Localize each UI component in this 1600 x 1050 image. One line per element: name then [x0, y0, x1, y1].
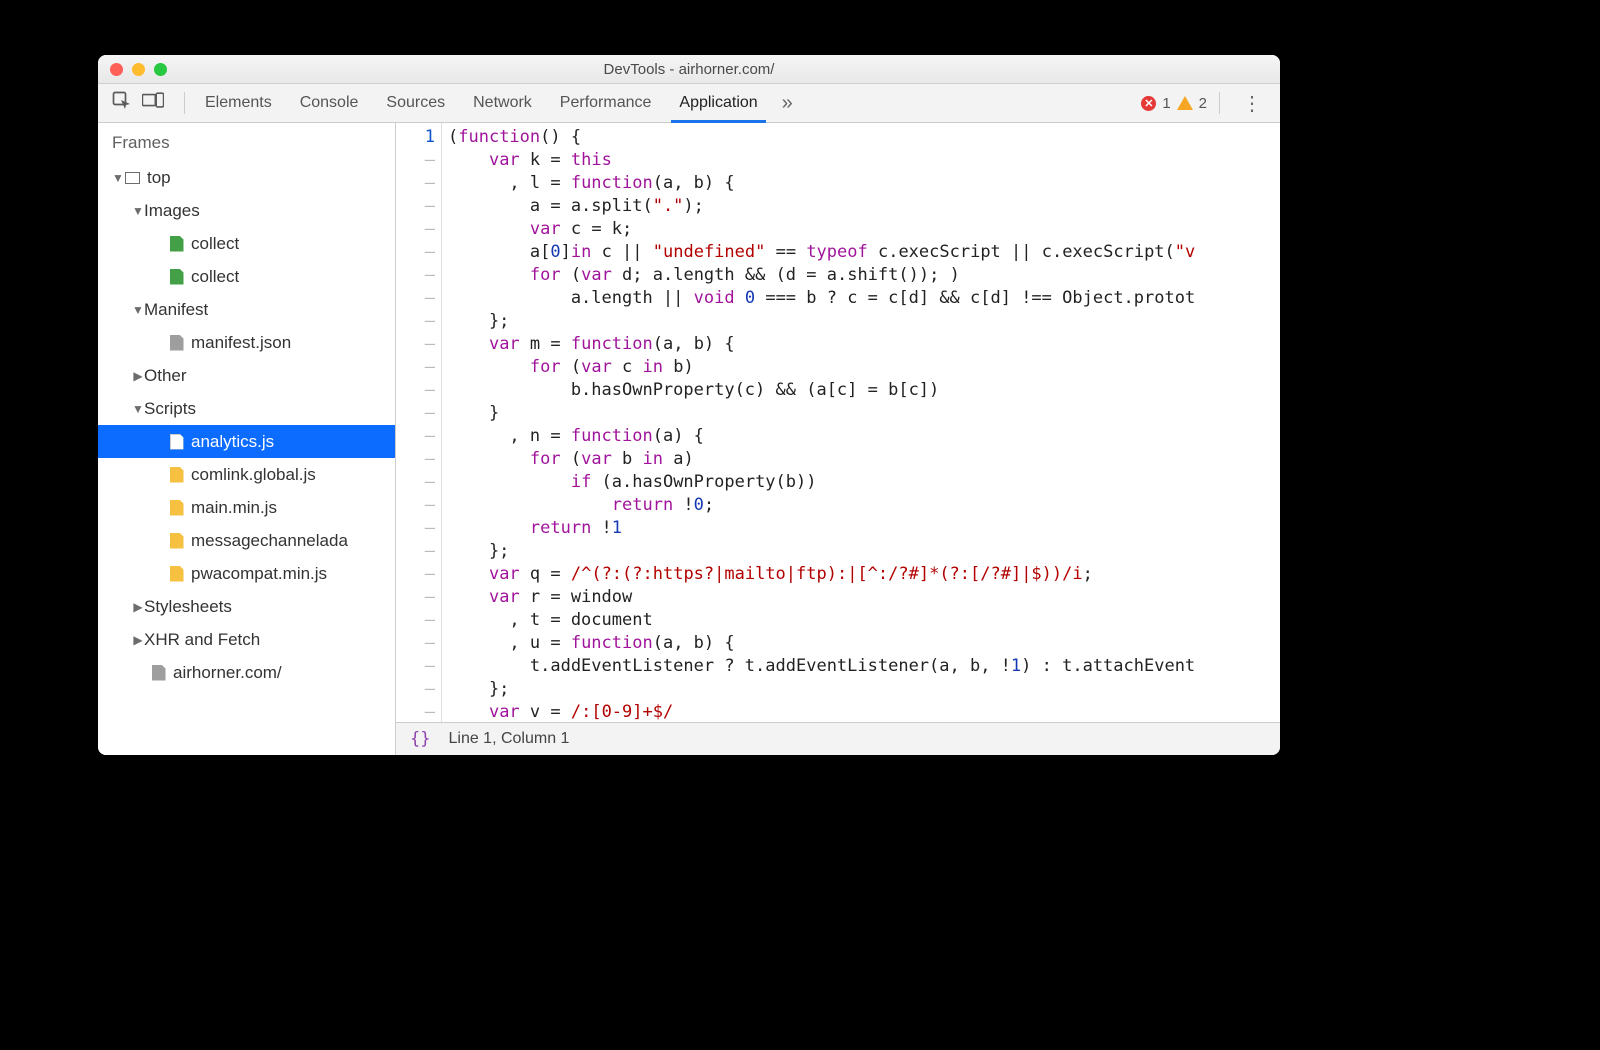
tab-network[interactable]: Network [459, 84, 546, 122]
tab-console[interactable]: Console [286, 84, 373, 122]
tab-application[interactable]: Application [665, 84, 771, 122]
file-icon [152, 665, 166, 681]
tree-item-comlink-global-js[interactable]: comlink.global.js [98, 458, 395, 491]
image-file-icon [170, 236, 184, 252]
warning-icon[interactable] [1177, 96, 1193, 110]
source-editor: 1 ––––––––––––––––––––––––– (function() … [396, 123, 1280, 755]
tree-item-root-file[interactable]: airhorner.com/ [98, 656, 395, 689]
tab-sources[interactable]: Sources [372, 84, 459, 122]
tree-group-manifest[interactable]: ▼Manifest [98, 293, 395, 326]
tree-item-collect-2[interactable]: collect [98, 260, 395, 293]
tabs-overflow-button[interactable]: » [772, 92, 803, 115]
tree-item-manifest-json[interactable]: manifest.json [98, 326, 395, 359]
devtools-tabbar: Elements Console Sources Network Perform… [98, 84, 1280, 123]
tree-item-messagechannelada[interactable]: messagechannelada [98, 524, 395, 557]
error-icon[interactable]: ✕ [1141, 96, 1156, 111]
tree-item-collect-1[interactable]: collect [98, 227, 395, 260]
window-title: DevTools - airhorner.com/ [98, 61, 1280, 78]
code-content[interactable]: (function() { var k = this , l = functio… [442, 123, 1280, 722]
tree-top-label: top [147, 168, 171, 188]
line-number-1[interactable]: 1 [396, 126, 435, 149]
js-file-icon [170, 533, 184, 549]
js-file-icon [170, 500, 184, 516]
tree-group-xhr[interactable]: ▶XHR and Fetch [98, 623, 395, 656]
kebab-menu-icon[interactable]: ⋮ [1232, 91, 1272, 116]
minimize-window-button[interactable] [132, 63, 145, 76]
titlebar: DevTools - airhorner.com/ [98, 55, 1280, 84]
sidebar-heading: Frames [98, 123, 395, 161]
traffic-lights [110, 63, 167, 76]
tab-performance[interactable]: Performance [546, 84, 666, 122]
tree-group-scripts[interactable]: ▼Scripts [98, 392, 395, 425]
js-file-icon [170, 434, 184, 450]
cursor-position: Line 1, Column 1 [448, 730, 569, 748]
close-window-button[interactable] [110, 63, 123, 76]
tab-elements[interactable]: Elements [191, 84, 286, 122]
frames-sidebar: Frames ▼ top ▼Images collect collect [98, 123, 396, 755]
inspect-element-icon[interactable] [112, 91, 132, 116]
devtools-window: DevTools - airhorner.com/ Elements Conso… [98, 55, 1280, 755]
editor-statusbar: {} Line 1, Column 1 [396, 722, 1280, 755]
tree-item-analytics-js[interactable]: analytics.js [98, 425, 395, 458]
tabbar-separator [184, 92, 185, 114]
tabbar-separator-right [1219, 92, 1220, 114]
tree-group-stylesheets[interactable]: ▶Stylesheets [98, 590, 395, 623]
js-file-icon [170, 467, 184, 483]
image-file-icon [170, 269, 184, 285]
pretty-print-icon[interactable]: {} [410, 729, 430, 749]
warning-count[interactable]: 2 [1199, 95, 1207, 112]
tree-item-main-min-js[interactable]: main.min.js [98, 491, 395, 524]
tree-top-frame[interactable]: ▼ top [98, 161, 395, 194]
tree-group-other[interactable]: ▶Other [98, 359, 395, 392]
file-icon [170, 335, 184, 351]
toggle-device-icon[interactable] [142, 92, 164, 115]
tree-item-pwacompat-min-js[interactable]: pwacompat.min.js [98, 557, 395, 590]
zoom-window-button[interactable] [154, 63, 167, 76]
error-count[interactable]: 1 [1162, 95, 1170, 112]
editor-gutter[interactable]: 1 ––––––––––––––––––––––––– [396, 123, 442, 722]
tree-group-images[interactable]: ▼Images [98, 194, 395, 227]
js-file-icon [170, 566, 184, 582]
